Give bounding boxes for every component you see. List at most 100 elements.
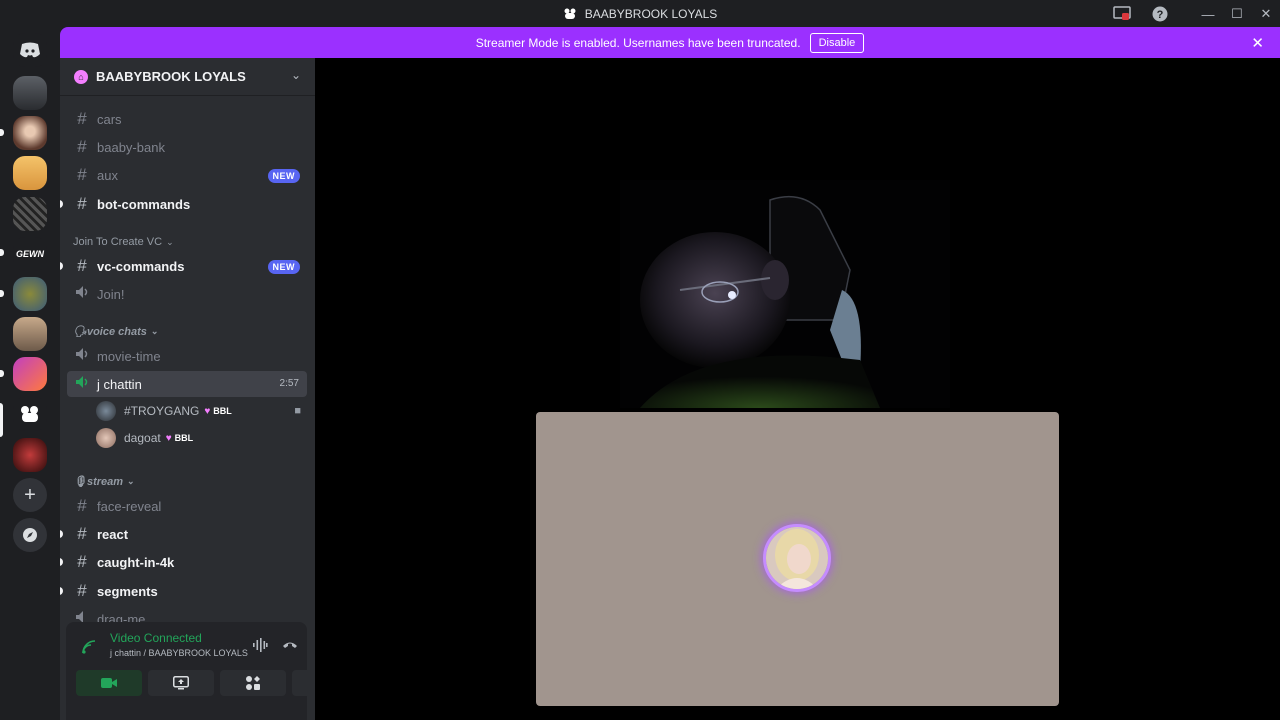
call-timer: 2:57 [279, 378, 299, 389]
category-stream[interactable]: 🎙stream ⌄ [73, 475, 135, 488]
window-close-icon[interactable]: ✕ [1256, 4, 1276, 24]
server-unread-pill [0, 129, 4, 136]
unread-indicator [60, 558, 63, 566]
minimize-icon[interactable]: — [1198, 4, 1218, 24]
avatar [96, 401, 116, 421]
help-icon[interactable]: ? [1150, 4, 1170, 24]
server-selected-pill [0, 403, 3, 437]
text-channel-icon: # [77, 496, 87, 515]
disable-streamer-mode-button[interactable]: Disable [809, 32, 865, 53]
heart-icon: ♥ [165, 432, 172, 444]
unread-indicator [60, 530, 63, 538]
new-badge: NEW [267, 260, 300, 274]
speaker-icon [75, 284, 89, 304]
chevron-down-icon: ⌄ [150, 326, 159, 336]
heart-icon: ♥ [204, 405, 211, 417]
channel-baaby-bank[interactable]: # baaby-bank [67, 134, 307, 160]
channel-sidebar: ⌂ BAABYBROOK LOYALS ⌄ # cars # baaby-ban… [60, 58, 315, 720]
screen-share-button[interactable] [148, 670, 214, 696]
role-tag: ♥ BBL [204, 405, 232, 417]
channel-join[interactable]: Join! [67, 281, 307, 307]
connection-signal-icon[interactable] [82, 640, 96, 657]
chevron-down-icon: ⌄ [166, 236, 174, 247]
unread-indicator [60, 587, 63, 595]
screen-share-icon [173, 676, 189, 690]
server-icon-4[interactable] [13, 197, 47, 231]
role-tag: ♥ BBL [165, 432, 194, 444]
text-channel-icon: # [77, 552, 87, 571]
server-header[interactable]: ⌂ BAABYBROOK LOYALS ⌄ [60, 58, 315, 96]
server-icon-baabybrook[interactable] [13, 397, 47, 431]
new-badge: NEW [267, 169, 300, 183]
server-icon-deejays-inferno[interactable] [13, 438, 47, 472]
discord-home-icon[interactable] [13, 33, 47, 67]
speaker-active-icon [75, 374, 89, 394]
banner-text: Streamer Mode is enabled. Usernames have… [475, 35, 801, 50]
text-channel-icon: # [77, 256, 87, 275]
channel-j-chattin[interactable]: j chattin 2:57 [67, 371, 307, 397]
maximize-icon[interactable]: ☐ [1227, 4, 1247, 24]
server-icon-6[interactable] [13, 277, 47, 311]
channel-bot-commands[interactable]: # bot-commands [60, 191, 307, 217]
voice-location[interactable]: j chattin / BAABYBROOK LOYALS [110, 648, 248, 658]
streamer-mode-banner: Streamer Mode is enabled. Usernames have… [60, 27, 1280, 58]
svg-text:?: ? [1157, 9, 1164, 21]
server-unread-pill [0, 290, 4, 297]
text-channel-icon: # [77, 165, 87, 184]
window-title: BAABYBROOK LOYALS [0, 0, 1280, 27]
voice-controls [76, 670, 315, 696]
server-icon-3[interactable] [13, 156, 47, 190]
add-server-icon[interactable]: + [13, 478, 47, 512]
text-channel-icon: # [77, 194, 87, 213]
unread-indicator [60, 262, 63, 270]
category-join-to-create-vc[interactable]: Join To Create VC ⌄ [73, 236, 174, 248]
text-channel-icon: # [77, 581, 87, 600]
server-unread-pill [0, 370, 4, 377]
voice-connected-panel: Video Connected j chattin / BAABYBROOK L… [66, 622, 315, 720]
channel-react[interactable]: # react [60, 521, 307, 547]
participant-avatar [763, 524, 831, 592]
category-voice-chats[interactable]: 🗣voice chats ⌄ [73, 325, 158, 338]
voice-user-troygang[interactable]: #TROYGANG ♥ BBL [96, 399, 232, 423]
noise-suppression-icon[interactable] [252, 638, 268, 655]
banner-close-icon[interactable]: ✕ [1251, 34, 1264, 52]
text-channel-icon: # [77, 137, 87, 156]
channel-aux[interactable]: # aux NEW [67, 162, 307, 188]
video-stage [315, 58, 1280, 720]
server-unread-pill [0, 249, 4, 256]
disconnect-icon[interactable] [282, 638, 298, 653]
screen-share-icon[interactable] [1112, 4, 1132, 24]
activities-button[interactable] [220, 670, 286, 696]
server-logo-icon [564, 8, 576, 19]
server-icon-andii-skwad[interactable] [13, 357, 47, 391]
server-name: BAABYBROOK LOYALS [96, 69, 246, 84]
channel-vc-commands[interactable]: # vc-commands NEW [60, 253, 307, 279]
webcam-video-feed[interactable] [620, 180, 950, 408]
avatar [96, 428, 116, 448]
speaker-icon [75, 346, 89, 366]
text-channel-icon: # [77, 524, 87, 543]
chevron-down-icon[interactable]: ⌄ [291, 68, 301, 82]
channel-cars[interactable]: # cars [67, 106, 307, 132]
title-bar: BAABYBROOK LOYALS ? — ☐ ✕ [0, 0, 1280, 27]
channel-segments[interactable]: # segments [60, 578, 307, 604]
channel-caught-in-4k[interactable]: # caught-in-4k [60, 549, 307, 575]
server-icon-7[interactable] [13, 317, 47, 351]
activities-icon [246, 676, 260, 690]
server-icon-gewn-skwad[interactable]: GEWN [13, 237, 47, 271]
channel-face-reveal[interactable]: # face-reveal [67, 493, 307, 519]
participant-tile[interactable] [536, 412, 1059, 706]
chevron-down-icon: ⌄ [127, 476, 135, 486]
server-rail: GEWN + [0, 27, 60, 720]
server-icon-cars[interactable] [13, 76, 47, 110]
video-camera-icon: ■ [294, 405, 301, 417]
voice-user-dagoat[interactable]: dagoat ♥ BBL [96, 426, 193, 450]
channel-movie-time[interactable]: movie-time [67, 343, 307, 369]
unread-indicator [60, 200, 63, 208]
server-icon-2[interactable] [13, 116, 47, 150]
voice-status[interactable]: Video Connected [110, 631, 202, 645]
window-title-text: BAABYBROOK LOYALS [584, 6, 718, 21]
camera-button[interactable] [76, 670, 142, 696]
discover-icon[interactable] [13, 518, 47, 552]
soundboard-button[interactable] [292, 670, 315, 696]
